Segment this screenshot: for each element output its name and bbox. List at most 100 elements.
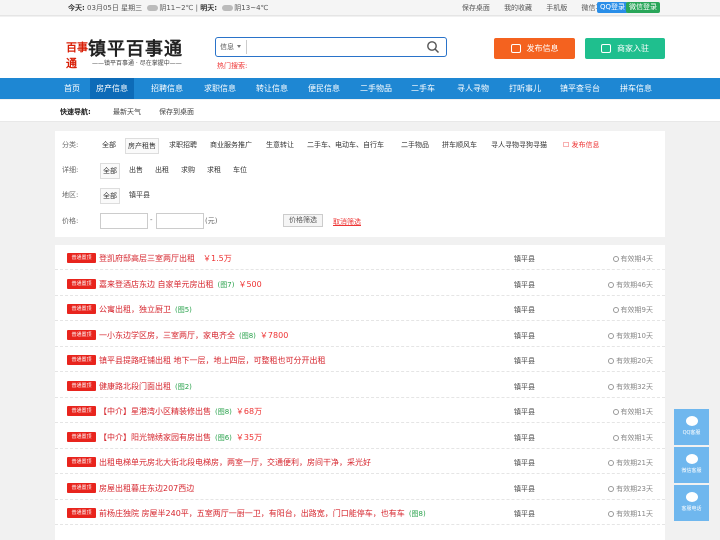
nav-job-seeking[interactable]: 求职信息 [197,78,243,99]
latest-weather-link[interactable]: 最新天气 [113,107,141,117]
area-zhenping[interactable]: 镇平县 [127,188,152,202]
clock-icon [608,358,615,364]
listing-title[interactable]: 出租电梯单元房北大街北段电梯房，两室一厅，交通便利，房间干净，采光好 [99,457,379,468]
weather-info: 今天: 03月05日 星期三 阴11~2℃ | 明天: 阴13~4℃ [68,3,268,13]
search-icon[interactable] [426,40,440,54]
wechat-login-button[interactable]: 微信登录 [626,2,660,13]
mobile-version-link[interactable]: 手机版 [546,4,567,12]
nav-lost-found[interactable]: 寻人寻物 [450,78,496,99]
listing-title[interactable]: 登凯府邸高层三室两厅出租 ￥1.5万 [99,253,232,264]
top-tag: 普通置顶 [67,431,96,442]
nav-carpool[interactable]: 拼车信息 [613,78,659,99]
listing-title-text: 健康路北段门面出租 [99,381,171,391]
listing-row[interactable]: 普通置顶 公寓出租，独立厨卫 (图5) 镇平县 有效期9天 [55,296,665,321]
qq-login-button[interactable]: QQ登录 [597,2,629,13]
listing-title-text: 嘉来登酒店东边 自家单元房出租 [99,279,214,289]
nav-second-hand[interactable]: 二手物品 [353,78,399,99]
merchant-join-button[interactable]: 商家入驻 [585,38,665,59]
area-filter-row: 地区: 全部 镇平县 [55,187,665,204]
area-all[interactable]: 全部 [100,188,120,204]
save-to-desktop-link[interactable]: 保存到桌面 [159,107,194,117]
publish-info-link[interactable]: ☐ 发布信息 [561,138,602,152]
top-tag: 普通置顶 [67,355,96,365]
listing-expiry: 有效期9天 [612,305,653,315]
publish-info-button[interactable]: 发布信息 [494,38,575,59]
listing-title[interactable]: 镇平县提路旺铺出租 地下一层，地上四层，可整租也可分开出租 [99,355,334,366]
listing-title[interactable]: 房屋出租暮庄东边207西边 [99,483,202,494]
detail-label: 详细: [62,166,79,174]
detail-want-rent[interactable]: 求租 [205,163,223,177]
my-favorites-link[interactable]: 我的收藏 [504,4,532,12]
detail-rent[interactable]: 出租 [153,163,171,177]
detail-sale[interactable]: 出售 [127,163,145,177]
detail-filter-row: 详细: 全部 出售 出租 求购 求租 车位 [55,162,665,179]
cloud-icon [147,5,159,11]
top-tag: 普通置顶 [67,278,96,289]
top-tag: 普通置顶 [67,380,96,391]
category-second-hand[interactable]: 二手物品 [399,138,431,152]
listing-title[interactable]: 健康路北段门面出租 (图2) [99,381,196,392]
search-input[interactable] [246,40,416,54]
nav-transfer[interactable]: 转让信息 [249,78,295,99]
store-icon [601,44,611,53]
listing-price: ￥1.5万 [203,254,232,263]
nav-used-cars[interactable]: 二手车 [405,78,441,99]
category-business-promo[interactable]: 商业服务推广 [208,138,254,152]
listing-title[interactable]: 【中介】星港湾小区精装修出售 (图8) ￥68万 [99,406,262,417]
category-recruitment[interactable]: 求职招聘 [167,138,199,152]
listing-title[interactable]: 嘉来登酒店东边 自家单元房出租 (图7) ￥500 [99,279,262,290]
phone-service-button[interactable]: 客服电话 [674,485,709,521]
listing-title[interactable]: 前杨庄独院 房屋半240平，五室两厅一厨一卫，有阳台，出路宽，门口能停车，也有车… [99,508,430,519]
listing-location: 镇平县 [514,408,535,416]
nav-jobs[interactable]: 招聘信息 [144,78,190,99]
logo-subtitle: ——镇平百事通 · 尽在掌握中—— [92,60,182,67]
listing-title[interactable]: 公寓出租，独立厨卫 (图5) [99,304,196,315]
category-carpool[interactable]: 拼车顺风车 [440,138,479,152]
listing-title-text: 登凯府邸高层三室两厅出租 [99,254,195,263]
image-count: (图8) [239,331,256,340]
price-max-input[interactable] [156,213,204,229]
search-type-select[interactable]: 信息 [220,42,241,52]
listing-row[interactable]: 普通置顶 【中介】星港湾小区精装修出售 (图8) ￥68万 镇平县 有效期1天 [55,398,665,423]
listing-row[interactable]: 普通置顶 前杨庄独院 房屋半240平，五室两厅一厨一卫，有阳台，出路宽，门口能停车… [55,500,665,525]
category-label: 分类: [62,141,79,149]
today-weather: 阴11~2℃ [159,4,194,12]
category-business-transfer[interactable]: 生意转让 [264,138,296,152]
price-min-input[interactable] [100,213,148,229]
detail-parking[interactable]: 车位 [231,163,249,177]
listing-row[interactable]: 普通置顶 一小东边学区房，三室两厅，家电齐全 (图8) ￥7800 镇平县 有效期10天 [55,322,665,347]
price-filter-button[interactable]: 价格筛选 [283,214,323,227]
listing-expiry: 有效期46天 [608,280,653,290]
listing-row[interactable]: 普通置顶 镇平县提路旺铺出租 地下一层，地上四层，可整租也可分开出租 镇平县 有效期2… [55,347,665,372]
category-real-estate[interactable]: 房产租售 [125,138,159,154]
listing-row[interactable]: 普通置顶 登凯府邸高层三室两厅出租 ￥1.5万 镇平县 有效期4天 [55,245,665,270]
nav-convenience[interactable]: 便民信息 [301,78,347,99]
listing-row[interactable]: 普通置顶 房屋出租暮庄东边207西边 镇平县 有效期23天 [55,475,665,500]
nav-real-estate[interactable]: 房产信息 [90,78,134,99]
listing-title-text: 公寓出租，独立厨卫 [99,305,171,314]
category-vehicles[interactable]: 二手车、电动车、自行车 [305,138,386,152]
top-tag: 普通置顶 [67,329,96,340]
detail-all[interactable]: 全部 [100,163,120,179]
nav-home[interactable]: 首页 [56,78,88,99]
listing-location: 镇平县 [514,280,535,289]
listing-row[interactable]: 普通置顶 出租电梯单元房北大街北段电梯房，两室一厅，交通便利，房间干净，采光好 镇平… [55,449,665,474]
site-logo[interactable]: 百事通 镇平百事通 ——镇平百事通 · 尽在掌握中—— [66,35,196,75]
qq-service-button[interactable]: QQ客服 [674,409,709,445]
phone-icon [685,492,698,502]
tomorrow-label: 明天: [200,4,218,12]
nav-phonebook[interactable]: 镇平查号台 [555,78,605,99]
cancel-filter-link[interactable]: 取消筛选 [333,217,361,227]
listing-row[interactable]: 普通置顶 嘉来登酒店东边 自家单元房出租 (图7) ￥500 镇平县 有效期46天 [55,271,665,296]
nav-inquiries[interactable]: 打听事儿 [502,78,548,99]
listing-title[interactable]: 【中介】阳光锦绣家园有房出售 (图6) ￥35万 [99,432,262,443]
listing-row[interactable]: 普通置顶 【中介】阳光锦绣家园有房出售 (图6) ￥35万 镇平县 有效期1天 [55,424,665,449]
wechat-service-button[interactable]: 微信客服 [674,447,709,483]
listing-location: 镇平县 [514,331,535,340]
category-all[interactable]: 全部 [100,138,118,152]
category-lost-found[interactable]: 寻人寻物寻狗寻猫 [489,138,549,152]
listing-title[interactable]: 一小东边学区房，三室两厅，家电齐全 (图8) ￥7800 [99,330,288,341]
listing-row[interactable]: 普通置顶 健康路北段门面出租 (图2) 镇平县 有效期32天 [55,373,665,398]
detail-want-buy[interactable]: 求购 [179,163,197,177]
save-desktop-link[interactable]: 保存桌面 [462,4,490,12]
